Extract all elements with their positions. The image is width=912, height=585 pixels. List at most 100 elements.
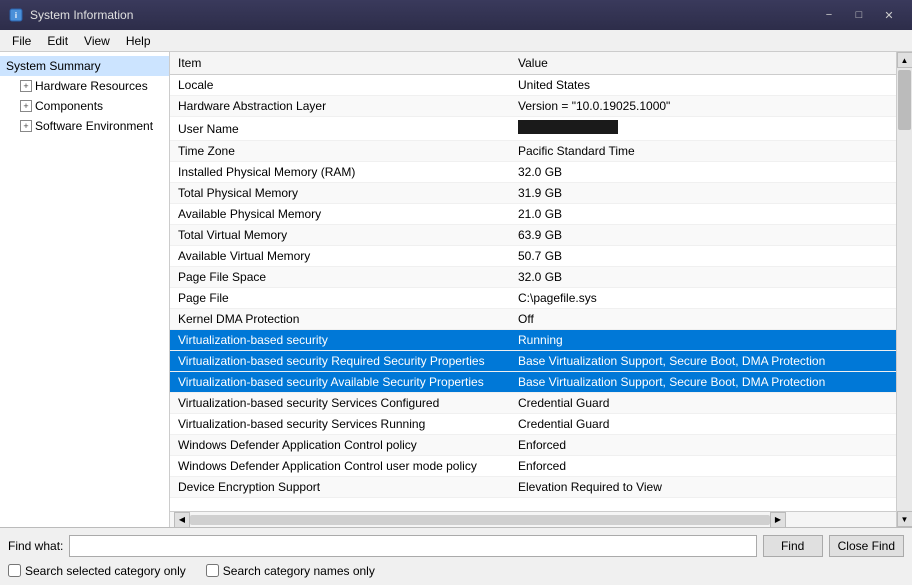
- find-button[interactable]: Find: [763, 535, 823, 557]
- find-bar: Find what: Find Close Find Search select…: [0, 527, 912, 585]
- find-input[interactable]: [69, 535, 756, 557]
- cell-value: Pacific Standard Time: [510, 141, 896, 162]
- cell-value: 21.0 GB: [510, 204, 896, 225]
- cell-item: Virtualization-based security Services R…: [170, 414, 510, 435]
- sidebar-item-system-summary[interactable]: System Summary: [0, 56, 169, 76]
- app-title: System Information: [30, 8, 814, 22]
- cell-value: [510, 117, 896, 141]
- vertical-scrollbar[interactable]: ▲ ▼: [896, 52, 912, 527]
- close-button[interactable]: ✕: [874, 5, 904, 25]
- cell-item: Total Virtual Memory: [170, 225, 510, 246]
- h-scroll-thumb[interactable]: [190, 515, 770, 525]
- col-item: Item: [170, 52, 510, 75]
- cell-item: Total Physical Memory: [170, 183, 510, 204]
- cell-item: Available Virtual Memory: [170, 246, 510, 267]
- find-label: Find what:: [8, 539, 63, 553]
- table-row[interactable]: Available Virtual Memory50.7 GB: [170, 246, 896, 267]
- cell-item: Hardware Abstraction Layer: [170, 96, 510, 117]
- menu-bar: File Edit View Help: [0, 30, 912, 52]
- table-row[interactable]: Virtualization-based security Available …: [170, 372, 896, 393]
- cell-value: Enforced: [510, 435, 896, 456]
- cell-item: Available Physical Memory: [170, 204, 510, 225]
- table-row[interactable]: Page File Space32.0 GB: [170, 267, 896, 288]
- menu-file[interactable]: File: [4, 32, 39, 50]
- cell-value: Running: [510, 330, 896, 351]
- menu-edit[interactable]: Edit: [39, 32, 76, 50]
- table-row[interactable]: Installed Physical Memory (RAM)32.0 GB: [170, 162, 896, 183]
- cell-item: Virtualization-based security: [170, 330, 510, 351]
- search-selected-category-checkbox[interactable]: Search selected category only: [8, 564, 186, 578]
- table-row[interactable]: Virtualization-based security Services R…: [170, 414, 896, 435]
- table-row[interactable]: LocaleUnited States: [170, 75, 896, 96]
- system-summary-label: System Summary: [6, 59, 101, 73]
- table-row[interactable]: Hardware Abstraction LayerVersion = "10.…: [170, 96, 896, 117]
- expand-icon: +: [20, 80, 32, 92]
- cell-item: Windows Defender Application Control use…: [170, 456, 510, 477]
- sidebar-item-components[interactable]: + Components: [0, 96, 169, 116]
- cell-item: Virtualization-based security Required S…: [170, 351, 510, 372]
- table-row[interactable]: Page FileC:\pagefile.sys: [170, 288, 896, 309]
- software-environment-label: Software Environment: [35, 119, 153, 133]
- svg-text:i: i: [15, 11, 17, 20]
- search-category-names-checkbox[interactable]: Search category names only: [206, 564, 375, 578]
- cell-item: Kernel DMA Protection: [170, 309, 510, 330]
- cell-value: Credential Guard: [510, 393, 896, 414]
- title-bar: i System Information − □ ✕: [0, 0, 912, 30]
- table-container[interactable]: Item Value LocaleUnited StatesHardware A…: [170, 52, 896, 511]
- h-scroll-left[interactable]: ◀: [174, 512, 190, 528]
- cell-value: 31.9 GB: [510, 183, 896, 204]
- cell-value: Off: [510, 309, 896, 330]
- table-row[interactable]: Virtualization-based security Services C…: [170, 393, 896, 414]
- cell-value: 32.0 GB: [510, 162, 896, 183]
- table-row[interactable]: Virtualization-based securityRunning: [170, 330, 896, 351]
- cell-value: C:\pagefile.sys: [510, 288, 896, 309]
- cell-value: 32.0 GB: [510, 267, 896, 288]
- redacted-username: [518, 120, 618, 134]
- menu-help[interactable]: Help: [118, 32, 159, 50]
- cell-item: Page File: [170, 288, 510, 309]
- cell-item: User Name: [170, 117, 510, 141]
- cell-value: Base Virtualization Support, Secure Boot…: [510, 372, 896, 393]
- minimize-button[interactable]: −: [814, 5, 844, 25]
- cell-item: Virtualization-based security Available …: [170, 372, 510, 393]
- table-row[interactable]: Available Physical Memory21.0 GB: [170, 204, 896, 225]
- cell-value: Enforced: [510, 456, 896, 477]
- components-label: Components: [35, 99, 103, 113]
- horizontal-scrollbar[interactable]: ◀ ▶: [170, 511, 896, 527]
- table-row[interactable]: Total Physical Memory31.9 GB: [170, 183, 896, 204]
- cell-item: Virtualization-based security Services C…: [170, 393, 510, 414]
- cell-item: Time Zone: [170, 141, 510, 162]
- cell-item: Windows Defender Application Control pol…: [170, 435, 510, 456]
- table-row[interactable]: Total Virtual Memory63.9 GB: [170, 225, 896, 246]
- v-scroll-thumb: [898, 70, 911, 130]
- cell-value: United States: [510, 75, 896, 96]
- table-row[interactable]: Kernel DMA ProtectionOff: [170, 309, 896, 330]
- table-row[interactable]: User Name: [170, 117, 896, 141]
- cell-item: Installed Physical Memory (RAM): [170, 162, 510, 183]
- table-row[interactable]: Virtualization-based security Required S…: [170, 351, 896, 372]
- table-row[interactable]: Device Encryption SupportElevation Requi…: [170, 477, 896, 498]
- menu-view[interactable]: View: [76, 32, 118, 50]
- cell-value: 63.9 GB: [510, 225, 896, 246]
- app-icon: i: [8, 7, 24, 23]
- v-scroll-track[interactable]: [897, 68, 912, 511]
- table-row[interactable]: Windows Defender Application Control pol…: [170, 435, 896, 456]
- cell-value: 50.7 GB: [510, 246, 896, 267]
- table-row[interactable]: Windows Defender Application Control use…: [170, 456, 896, 477]
- cell-value: Credential Guard: [510, 414, 896, 435]
- sidebar-item-software-environment[interactable]: + Software Environment: [0, 116, 169, 136]
- v-scroll-down[interactable]: ▼: [897, 511, 912, 527]
- expand-icon-software: +: [20, 120, 32, 132]
- data-panel: Item Value LocaleUnited StatesHardware A…: [170, 52, 896, 527]
- expand-icon-components: +: [20, 100, 32, 112]
- restore-button[interactable]: □: [844, 5, 874, 25]
- cell-item: Device Encryption Support: [170, 477, 510, 498]
- hardware-resources-label: Hardware Resources: [35, 79, 148, 93]
- table-row[interactable]: Time ZonePacific Standard Time: [170, 141, 896, 162]
- h-scroll-right[interactable]: ▶: [770, 512, 786, 528]
- v-scroll-up[interactable]: ▲: [897, 52, 912, 68]
- cell-value: Elevation Required to View: [510, 477, 896, 498]
- close-find-button[interactable]: Close Find: [829, 535, 904, 557]
- cell-item: Locale: [170, 75, 510, 96]
- sidebar-item-hardware-resources[interactable]: + Hardware Resources: [0, 76, 169, 96]
